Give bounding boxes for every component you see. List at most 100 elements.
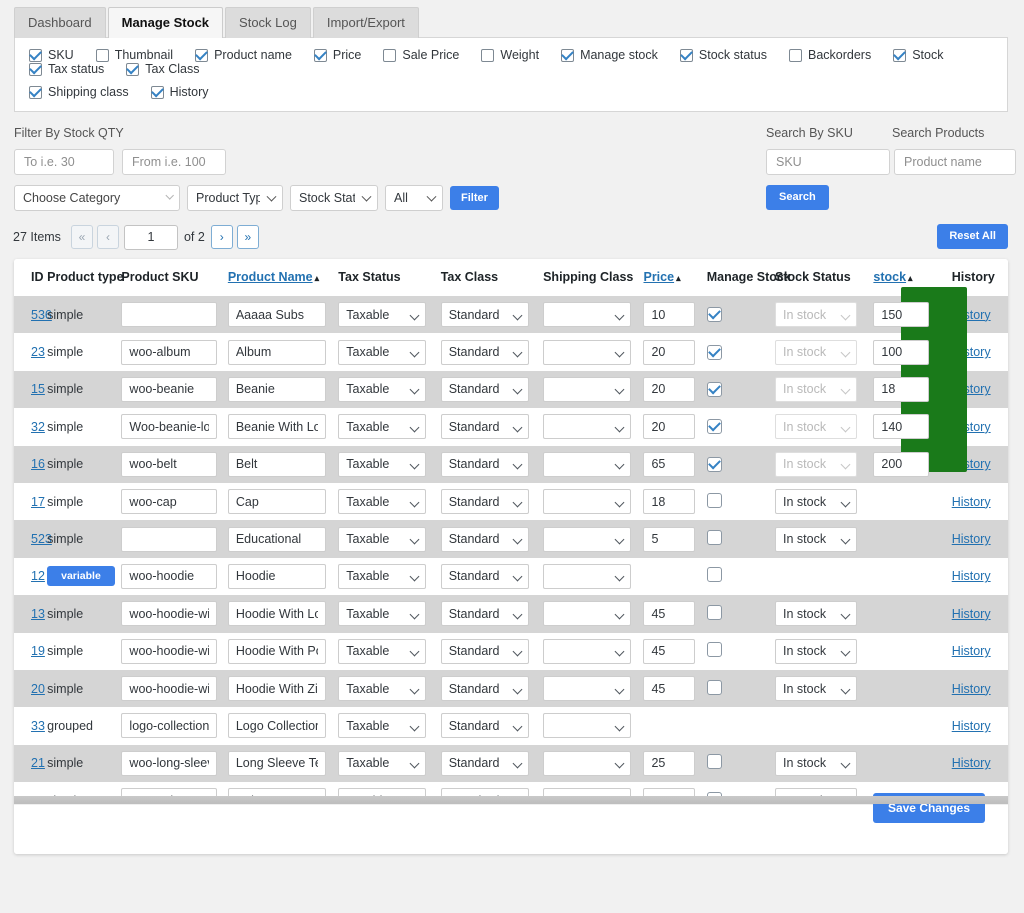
stock-status-select[interactable]: In stock [775, 302, 857, 327]
price-input[interactable] [643, 601, 695, 626]
history-link[interactable]: History [952, 420, 991, 434]
history-link[interactable]: History [952, 719, 991, 733]
checkbox-icon[interactable] [680, 49, 693, 62]
shipping-class-select[interactable] [543, 340, 631, 365]
tax-class-select[interactable]: Standard [441, 302, 529, 327]
product-name-input[interactable] [228, 377, 326, 402]
column-toggle-tax-status[interactable]: Tax status [29, 62, 104, 76]
stock-status-select[interactable]: In stock [775, 489, 857, 514]
product-name-input[interactable] [228, 751, 326, 776]
history-link[interactable]: History [952, 345, 991, 359]
header-stock[interactable]: stock▴ [873, 259, 951, 296]
tax-status-select[interactable]: Taxable [338, 601, 426, 626]
product-sku-input[interactable] [121, 340, 217, 365]
table-scroll-region[interactable]: ID Product type Product SKU Product Name… [14, 259, 1008, 804]
product-type-select[interactable]: Product Type [187, 185, 283, 211]
product-sku-input[interactable] [121, 751, 217, 776]
product-sku-input[interactable] [121, 639, 217, 664]
tax-class-select[interactable]: Standard [441, 639, 529, 664]
sort-stock-link[interactable]: stock [873, 270, 906, 284]
stock-status-select[interactable]: In stock [775, 751, 857, 776]
search-sku-input[interactable] [766, 149, 890, 175]
price-input[interactable] [643, 302, 695, 327]
shipping-class-select[interactable] [543, 751, 631, 776]
stock-status-select[interactable]: In stock [775, 601, 857, 626]
product-name-input[interactable] [228, 676, 326, 701]
stock-quantity-input[interactable] [873, 302, 929, 327]
product-name-input[interactable] [228, 601, 326, 626]
product-id-link[interactable]: 13 [31, 607, 45, 621]
search-button[interactable]: Search [766, 185, 829, 210]
manage-stock-checkbox[interactable] [707, 530, 722, 545]
shipping-class-select[interactable] [543, 489, 631, 514]
product-sku-input[interactable] [121, 676, 217, 701]
manage-stock-checkbox[interactable] [707, 493, 722, 508]
product-sku-input[interactable] [121, 414, 217, 439]
tax-class-select[interactable]: Standard [441, 676, 529, 701]
checkbox-icon[interactable] [383, 49, 396, 62]
history-link[interactable]: History [952, 382, 991, 396]
all-select[interactable]: All [385, 185, 443, 211]
tax-class-select[interactable]: Standard [441, 414, 529, 439]
stock-status-select[interactable]: In stock [775, 527, 857, 552]
column-toggle-weight[interactable]: Weight [481, 48, 539, 62]
shipping-class-select[interactable] [543, 676, 631, 701]
price-input[interactable] [643, 676, 695, 701]
checkbox-icon[interactable] [126, 63, 139, 76]
price-input[interactable] [643, 489, 695, 514]
tax-class-select[interactable]: Standard [441, 377, 529, 402]
history-link[interactable]: History [952, 457, 991, 471]
checkbox-icon[interactable] [195, 49, 208, 62]
tab-import-export[interactable]: Import/Export [313, 7, 419, 38]
tax-class-select[interactable]: Standard [441, 601, 529, 626]
price-input[interactable] [643, 414, 695, 439]
price-input[interactable] [643, 340, 695, 365]
product-id-link[interactable]: 20 [31, 682, 45, 696]
checkbox-icon[interactable] [893, 49, 906, 62]
tax-status-select[interactable]: Taxable [338, 564, 426, 589]
column-toggle-stock[interactable]: Stock [893, 48, 943, 62]
product-sku-input[interactable] [121, 564, 217, 589]
tax-class-select[interactable]: Standard [441, 527, 529, 552]
shipping-class-select[interactable] [543, 377, 631, 402]
stock-quantity-input[interactable] [873, 452, 929, 477]
stock-status-select[interactable]: In stock [775, 414, 857, 439]
column-toggle-history[interactable]: History [151, 85, 209, 99]
checkbox-icon[interactable] [29, 63, 42, 76]
checkbox-icon[interactable] [561, 49, 574, 62]
tab-manage-stock[interactable]: Manage Stock [108, 7, 223, 38]
sort-product-name-link[interactable]: Product Name [228, 270, 313, 284]
history-link[interactable]: History [952, 682, 991, 696]
stock-quantity-input[interactable] [873, 340, 929, 365]
checkbox-icon[interactable] [96, 49, 109, 62]
stock-qty-from-input[interactable] [122, 149, 226, 175]
column-toggle-sale-price[interactable]: Sale Price [383, 48, 459, 62]
tax-status-select[interactable]: Taxable [338, 713, 426, 738]
checkbox-icon[interactable] [151, 86, 164, 99]
product-name-input[interactable] [228, 564, 326, 589]
tax-status-select[interactable]: Taxable [338, 527, 426, 552]
price-input[interactable] [643, 751, 695, 776]
stock-quantity-input[interactable] [873, 414, 929, 439]
next-page-button[interactable]: › [211, 225, 233, 249]
manage-stock-checkbox[interactable] [707, 419, 722, 434]
product-id-link[interactable]: 19 [31, 644, 45, 658]
product-name-input[interactable] [228, 489, 326, 514]
stock-status-filter-select[interactable]: Stock Statu [290, 185, 378, 211]
stock-status-select[interactable]: In stock [775, 452, 857, 477]
column-toggle-backorders[interactable]: Backorders [789, 48, 871, 62]
product-id-link[interactable]: 32 [31, 420, 45, 434]
column-toggle-tax-class[interactable]: Tax Class [126, 62, 199, 76]
header-product-name[interactable]: Product Name▴ [228, 259, 338, 296]
column-toggle-price[interactable]: Price [314, 48, 361, 62]
history-link[interactable]: History [952, 607, 991, 621]
price-input[interactable] [643, 452, 695, 477]
column-toggle-manage-stock[interactable]: Manage stock [561, 48, 658, 62]
header-price[interactable]: Price▴ [643, 259, 706, 296]
checkbox-icon[interactable] [29, 86, 42, 99]
column-toggle-sku[interactable]: SKU [29, 48, 74, 62]
tax-status-select[interactable]: Taxable [338, 489, 426, 514]
tax-status-select[interactable]: Taxable [338, 377, 426, 402]
manage-stock-checkbox[interactable] [707, 457, 722, 472]
sort-price-link[interactable]: Price [643, 270, 674, 284]
